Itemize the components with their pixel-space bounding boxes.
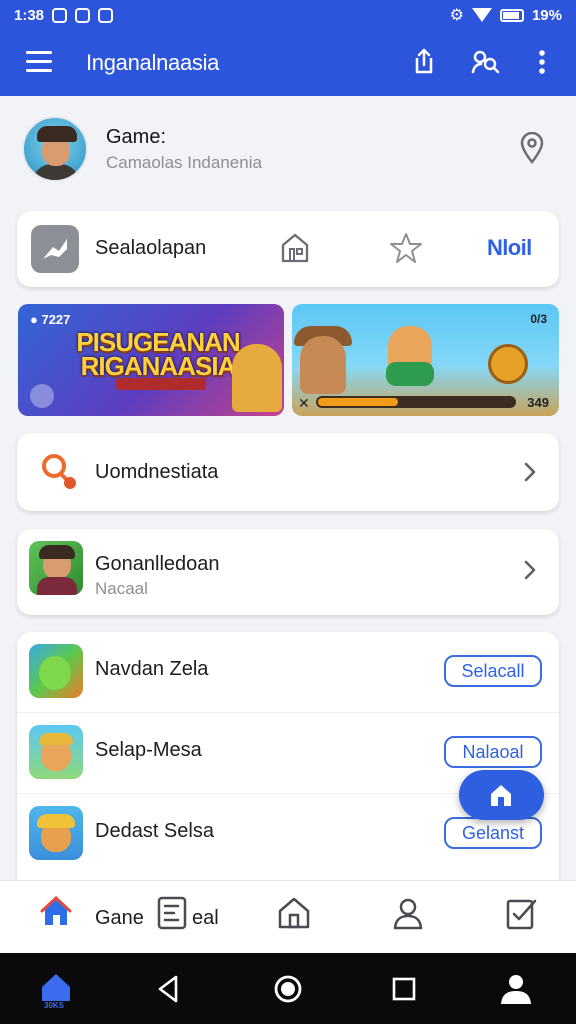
person-icon[interactable] [390, 895, 426, 931]
document-icon[interactable] [156, 895, 192, 931]
notification-icon [52, 7, 68, 23]
games-list: Navdan Zela Selacall Selap-Mesa Nalaoal … [17, 632, 559, 882]
character-art [386, 362, 434, 386]
more-vert-icon[interactable] [526, 46, 558, 78]
banner-action-icon[interactable] [30, 384, 54, 408]
list-item-button[interactable]: Selacall [444, 655, 542, 687]
profile-subtitle: Camaolas Indanenia [106, 153, 262, 172]
status-time: 1:38 [14, 6, 45, 24]
profile-title: Game: [106, 126, 167, 148]
system-nav-bar: 30KS [0, 953, 576, 1024]
close-icon[interactable]: ✕ [298, 395, 310, 412]
home-fab[interactable] [459, 770, 544, 820]
list-item-button[interactable]: Gelanst [444, 817, 542, 849]
battery-percent: 19% [531, 6, 562, 24]
game-title: Gonanlledoan [95, 553, 220, 575]
store-icon[interactable] [279, 231, 311, 265]
house-icon[interactable] [276, 895, 312, 931]
wifi-icon [471, 8, 492, 22]
quick-actions-card: Sealaolapan Nloil [17, 211, 559, 287]
alarm-icon: ⚙ [449, 7, 464, 24]
coin-count: ● 7227 [30, 312, 71, 327]
game-icon [29, 541, 83, 595]
location-pin-icon[interactable] [518, 132, 546, 164]
promo-banner-2[interactable]: 0/3 ✕ 349 [292, 304, 559, 416]
app-bar: Inganalnaasia [0, 30, 576, 96]
character-art [300, 336, 346, 394]
account-icon[interactable] [498, 971, 534, 1007]
notification-icon [75, 7, 91, 23]
menu-icon[interactable] [26, 51, 52, 73]
row-label: Uomdnestiata [95, 461, 219, 483]
banner-score: 349 [527, 395, 549, 410]
list-item-button[interactable]: Nalaoal [444, 736, 542, 768]
profile-header[interactable]: Game: Camaolas Indanenia [0, 96, 576, 206]
promo-banner-1[interactable]: ● 7227 PISUGEANAN RIGANAASIA [18, 304, 284, 416]
bottom-nav: Gane eal [0, 880, 576, 953]
game-icon [29, 644, 83, 698]
app-icon [31, 225, 79, 273]
recents-icon[interactable] [386, 971, 422, 1007]
message-icon [98, 7, 114, 23]
nav-label[interactable]: Gane [95, 907, 144, 930]
list-item-label: Navdan Zela [95, 658, 209, 680]
home-icon [491, 785, 511, 806]
banner-ribbon [116, 378, 206, 390]
list-item-label: Selap-Mesa [95, 739, 202, 761]
game-icon [29, 725, 83, 779]
people-search-icon[interactable] [468, 46, 500, 78]
list-row-search[interactable]: Uomdnestiata [17, 433, 559, 511]
list-item[interactable]: Navdan Zela Selacall [17, 632, 559, 712]
avatar[interactable] [22, 116, 88, 182]
hammer-art [488, 344, 528, 384]
banner-title: PISUGEANAN RIGANAASIA [76, 327, 240, 381]
chevron-right-icon [524, 560, 536, 580]
clipboard-check-icon[interactable] [504, 895, 540, 931]
progress-bar [316, 396, 516, 408]
quick-label[interactable]: Sealaolapan [95, 237, 206, 260]
banner-counter: 0/3 [530, 312, 547, 326]
game-subtitle: Nacaal [95, 579, 148, 598]
system-home-label: 30KS [44, 1001, 65, 1010]
status-bar: 1:38 ⚙ 19% [0, 0, 576, 30]
quick-link[interactable]: Nloil [487, 235, 532, 261]
search-icon [42, 454, 76, 489]
home-icon[interactable] [38, 893, 74, 929]
list-item-label: Dedast Selsa [95, 820, 214, 842]
character-art [232, 344, 282, 412]
back-icon[interactable] [150, 971, 186, 1007]
game-icon [29, 806, 83, 860]
chevron-right-icon [524, 462, 536, 482]
share-icon[interactable] [408, 46, 440, 78]
battery-icon [499, 8, 524, 22]
app-title: Inganalnaasia [86, 50, 220, 75]
home-circle-icon[interactable] [270, 971, 306, 1007]
nav-label[interactable]: eal [192, 907, 219, 930]
list-row-game[interactable]: Gonanlledoan Nacaal [17, 529, 559, 615]
star-icon[interactable] [389, 231, 423, 265]
home-icon[interactable] [38, 969, 74, 1005]
